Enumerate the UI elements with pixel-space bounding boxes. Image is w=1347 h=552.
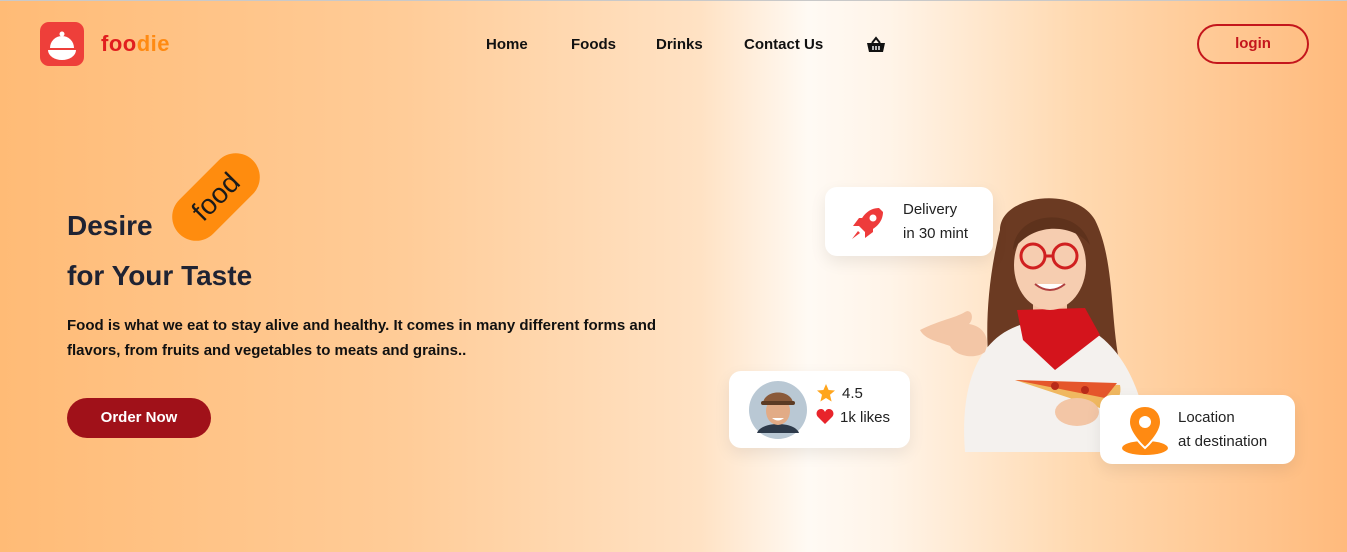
nav-foods[interactable]: Foods [571,36,616,53]
location-line-2: at destination [1178,433,1268,450]
food-tag: food [162,143,270,251]
location-line-1: Location [1178,409,1235,426]
location-pin-icon [1122,404,1168,455]
delivery-line-2: in 30 mint [903,225,969,242]
rating-score: 4.5 [842,385,863,402]
hero-title-line-2: for Your Taste [67,260,253,291]
delivery-card: Delivery in 30 mint [825,187,993,256]
star-icon [817,384,835,402]
hero-title-line-1: Desire [67,210,153,241]
nav-contact[interactable]: Contact Us [744,36,823,53]
order-now-button[interactable]: Order Now [67,398,211,438]
nav-home[interactable]: Home [486,36,528,53]
basket-icon[interactable] [866,36,886,54]
logo-icon[interactable] [40,22,84,66]
delivery-line-1: Delivery [903,201,958,218]
rating-likes: 1k likes [840,409,891,426]
nav-drinks[interactable]: Drinks [656,36,703,53]
food-cloche-icon [48,31,76,60]
brand-part-1: foo [101,31,137,56]
login-button[interactable]: login [1197,24,1309,64]
top-border [0,0,1347,1]
brand-part-2: die [136,31,170,56]
avatar [749,381,807,439]
heart-icon [816,409,834,424]
brand-name[interactable]: foodie [101,31,170,57]
hero-description: Food is what we eat to stay alive and he… [67,317,657,359]
rocket-icon [852,208,883,239]
location-card: Location at destination [1100,395,1295,464]
rating-card: 4.5 1k likes [729,371,910,448]
